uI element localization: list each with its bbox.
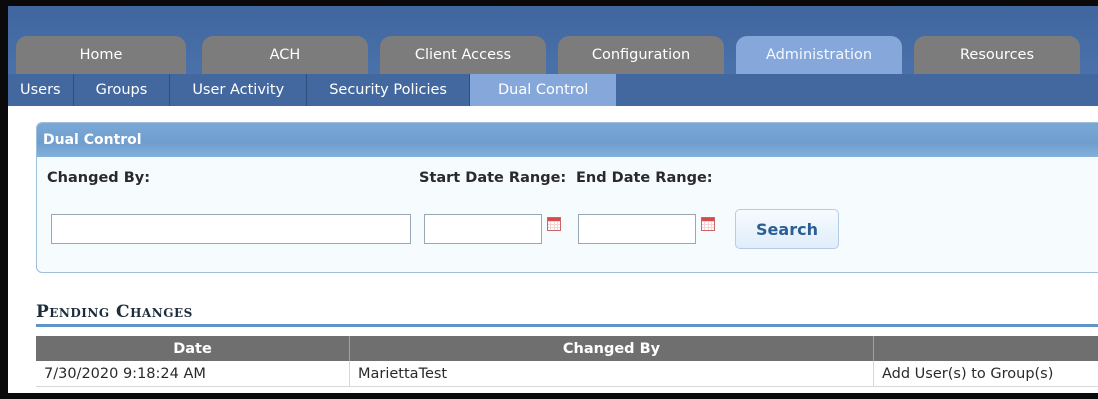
tab-administration[interactable]: Administration <box>736 36 902 74</box>
cell-change: Add User(s) to Group(s) <box>882 365 1054 382</box>
subnav-item-dual-control[interactable]: Dual Control <box>470 74 617 106</box>
subnav-item-user-activity[interactable]: User Activity <box>170 74 308 106</box>
dual-control-panel: Dual Control Changed By: Start Date Rang… <box>36 122 1098 273</box>
subnav-item-groups[interactable]: Groups <box>74 74 171 106</box>
column-header-change[interactable] <box>874 336 1098 361</box>
subnav-item-security-policies[interactable]: Security Policies <box>307 74 470 106</box>
title-divider <box>36 324 1098 327</box>
start-date-calendar-icon[interactable] <box>547 217 561 231</box>
tab-home[interactable]: Home <box>16 36 186 74</box>
table-row[interactable]: 7/30/2020 9:18:24 AM MariettaTest Add Us… <box>36 361 1098 387</box>
tab-ach[interactable]: ACH <box>202 36 368 74</box>
pending-changes-title: Pending Changes <box>36 302 193 322</box>
subnav-item-users[interactable]: Users <box>8 74 74 106</box>
panel-title: Dual Control <box>37 123 1098 157</box>
column-header-changed-by[interactable]: Changed By <box>350 336 874 361</box>
search-button[interactable]: Search <box>735 209 839 249</box>
start-date-label: Start Date Range: <box>419 170 567 186</box>
start-date-input[interactable] <box>424 214 542 244</box>
table-header: Date Changed By <box>36 336 1098 361</box>
changed-by-label: Changed By: <box>47 170 151 186</box>
app-frame: Home ACH Client Access Configuration Adm… <box>0 0 1098 399</box>
end-date-calendar-icon[interactable] <box>701 217 715 231</box>
changed-by-input[interactable] <box>51 214 411 244</box>
tab-client-access[interactable]: Client Access <box>380 36 546 74</box>
cell-date: 7/30/2020 9:18:24 AM <box>36 361 350 386</box>
sub-navigation: Users Groups User Activity Security Poli… <box>8 74 1098 106</box>
cell-changed-by: MariettaTest <box>350 361 874 386</box>
tab-configuration[interactable]: Configuration <box>558 36 724 74</box>
column-header-date[interactable]: Date <box>36 336 350 361</box>
tab-resources[interactable]: Resources <box>914 36 1080 74</box>
pending-changes-table: Date Changed By 7/30/2020 9:18:24 AM Mar… <box>36 336 1098 387</box>
end-date-label: End Date Range: <box>576 170 713 186</box>
end-date-input[interactable] <box>578 214 696 244</box>
top-header: Home ACH Client Access Configuration Adm… <box>8 6 1098 80</box>
